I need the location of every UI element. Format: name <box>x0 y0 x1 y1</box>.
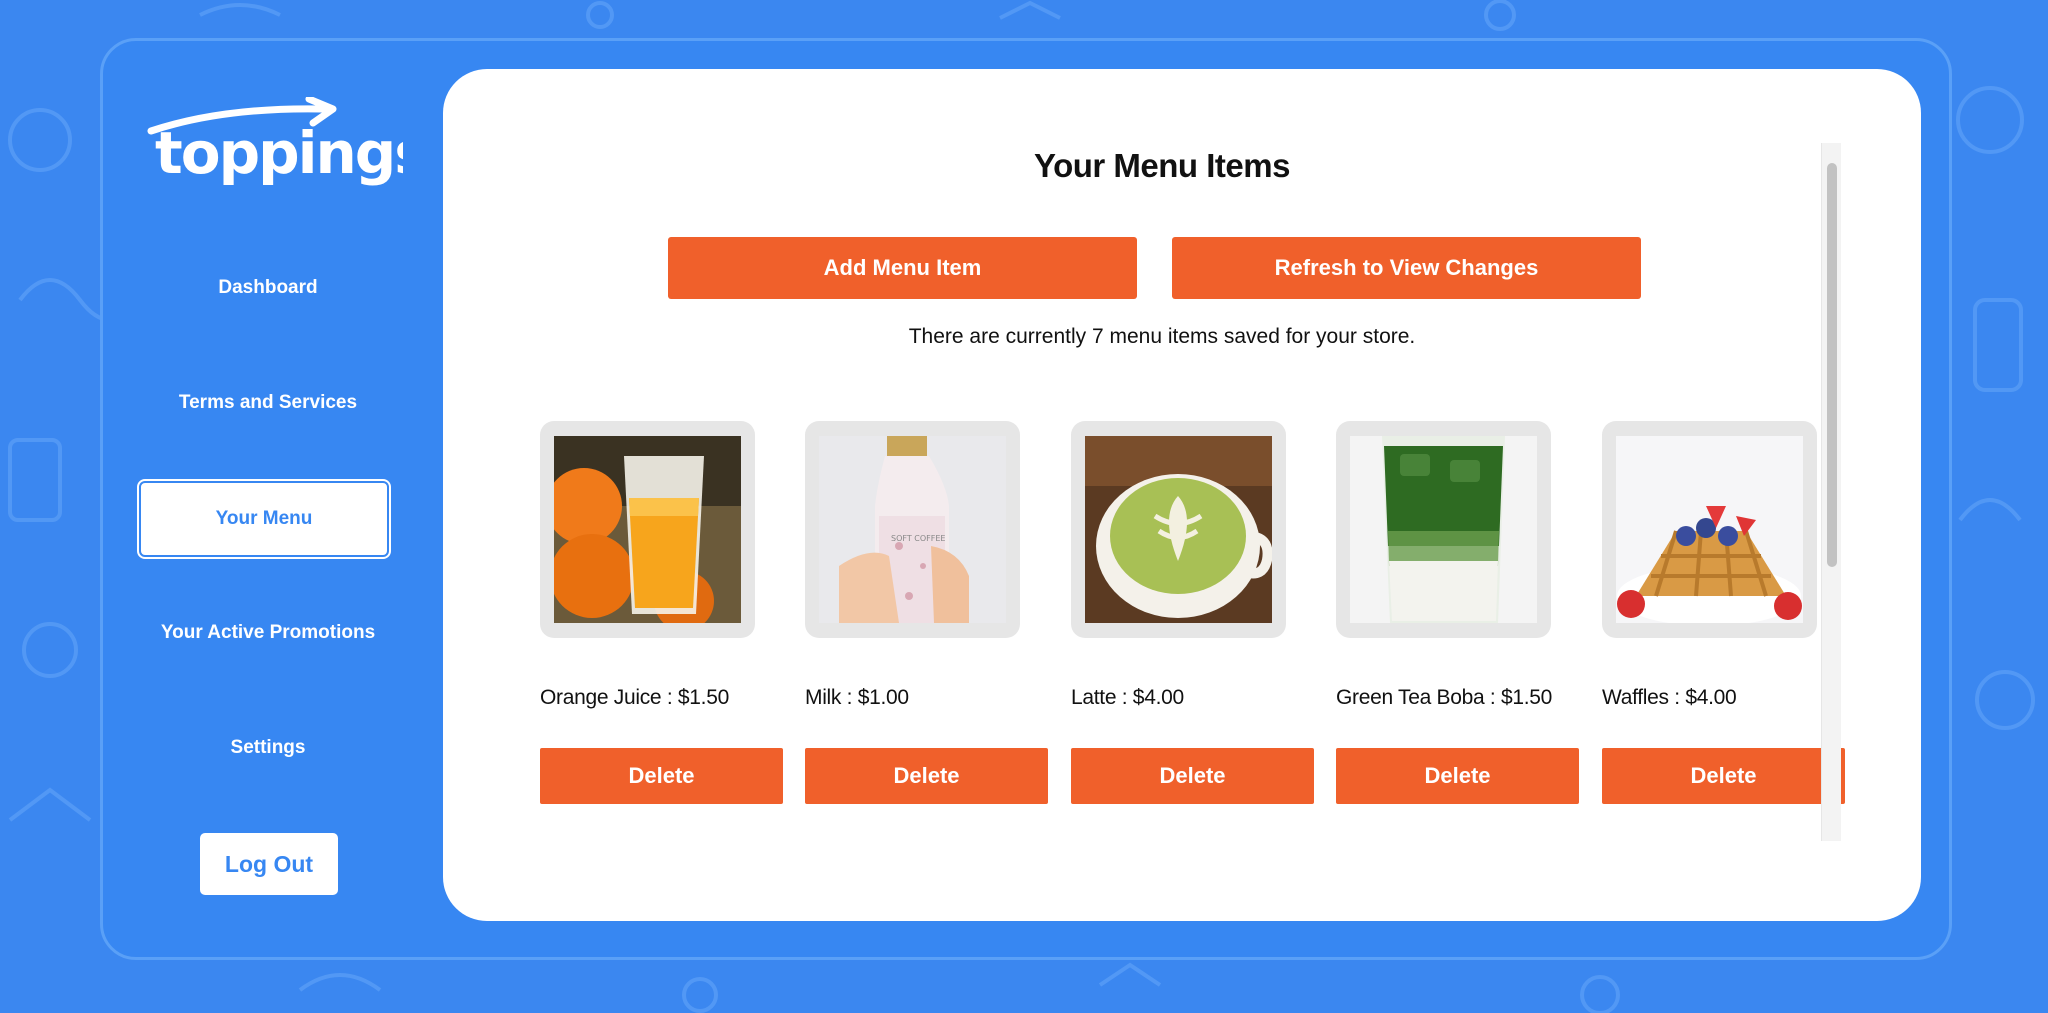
nav-terms-and-services[interactable]: Terms and Services <box>103 392 433 414</box>
vertical-scrollbar[interactable] <box>1821 143 1841 841</box>
menu-item-label: Green Tea Boba : $1.50 <box>1336 686 1553 709</box>
svg-text:SOFT COFFEE: SOFT COFFEE <box>891 534 945 543</box>
menu-item-card: Orange Juice : $1.50 Delete <box>540 421 783 804</box>
waffles-image <box>1616 436 1803 623</box>
scrollbar-thumb[interactable] <box>1827 163 1837 567</box>
brand-logo[interactable]: toppings <box>133 95 429 187</box>
toppings-logo: toppings <box>147 95 429 187</box>
green-tea-boba-image <box>1350 436 1537 623</box>
nav-active-promotions[interactable]: Your Active Promotions <box>103 622 433 644</box>
menu-item-card: Green Tea Boba : $1.50 Delete <box>1336 421 1579 804</box>
delete-button[interactable]: Delete <box>805 748 1048 804</box>
page-title: Your Menu Items <box>1034 147 1290 184</box>
main-panel: Your Menu Items Add Menu Item Refresh to… <box>443 69 1921 921</box>
app-frame: toppings Dashboard Terms and Services Yo… <box>100 38 1952 960</box>
menu-item-label: Milk : $1.00 <box>805 686 909 709</box>
menu-item-label: Latte : $4.00 <box>1071 686 1184 709</box>
menu-item-image <box>1336 421 1551 638</box>
menu-summary: There are currently 7 menu items saved f… <box>908 325 1416 348</box>
menu-item-image <box>540 421 755 638</box>
menu-item-card: Latte : $4.00 Delete <box>1071 421 1314 804</box>
menu-item-image <box>1071 421 1286 638</box>
matcha-latte-image <box>1085 436 1272 623</box>
delete-button[interactable]: Delete <box>1071 748 1314 804</box>
menu-item-image: SOFT COFFEE <box>805 421 1020 638</box>
delete-button[interactable]: Delete <box>1602 748 1845 804</box>
orange-juice-image <box>554 436 741 623</box>
svg-text:toppings: toppings <box>155 119 403 187</box>
logout-button[interactable]: Log Out <box>200 833 338 895</box>
refresh-button[interactable]: Refresh to View Changes <box>1172 237 1641 299</box>
add-menu-item-button[interactable]: Add Menu Item <box>668 237 1137 299</box>
delete-button[interactable]: Delete <box>1336 748 1579 804</box>
sidebar: toppings Dashboard Terms and Services Yo… <box>103 41 443 957</box>
menu-item-card: Waffles : $4.00 Delete <box>1602 421 1845 804</box>
menu-item-card: SOFT COFFEE Milk : $1.00 Delete <box>805 421 1048 804</box>
nav-your-menu[interactable]: Your Menu <box>139 481 389 557</box>
menu-item-image <box>1602 421 1817 638</box>
menu-item-label: Orange Juice : $1.50 <box>540 686 729 709</box>
menu-item-label: Waffles : $4.00 <box>1602 686 1737 709</box>
milk-bottle-image: SOFT COFFEE <box>819 436 1006 623</box>
nav-dashboard[interactable]: Dashboard <box>103 277 433 299</box>
menu-scroll-area[interactable]: Your Menu Items Add Menu Item Refresh to… <box>503 143 1903 841</box>
nav-settings[interactable]: Settings <box>103 737 433 759</box>
delete-button[interactable]: Delete <box>540 748 783 804</box>
